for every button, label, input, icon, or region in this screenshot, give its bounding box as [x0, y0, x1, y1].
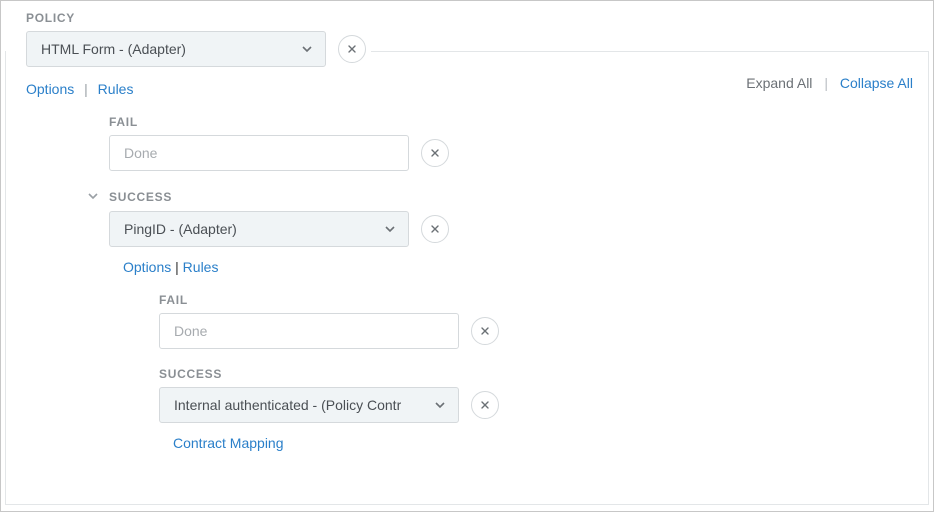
dropdown-value: HTML Form - (Adapter): [41, 41, 186, 57]
success-label-1: SUCCESS: [109, 190, 172, 204]
close-icon: [429, 147, 441, 159]
options-link[interactable]: Options: [26, 81, 74, 97]
chevron-down-icon: [301, 43, 313, 55]
fail-value-2: Done: [174, 323, 207, 339]
rules-link-1[interactable]: Rules: [183, 259, 219, 275]
chevron-down-icon: [434, 399, 446, 411]
success-label-2: SUCCESS: [159, 367, 933, 381]
remove-success-1-button[interactable]: [421, 215, 449, 243]
fieldset-left-border: [5, 51, 6, 505]
close-icon: [479, 399, 491, 411]
separator: |: [816, 75, 836, 91]
rules-link[interactable]: Rules: [98, 81, 134, 97]
success-1-adapter-dropdown[interactable]: PingID - (Adapter): [109, 211, 409, 247]
remove-fail-1-button[interactable]: [421, 139, 449, 167]
chevron-down-icon: [87, 189, 99, 205]
collapse-all-link[interactable]: Collapse All: [840, 75, 913, 91]
fieldset-bottom-border: [5, 504, 929, 505]
fail-value-2-field[interactable]: Done: [159, 313, 459, 349]
expand-all-link[interactable]: Expand All: [746, 75, 812, 91]
policy-header-label: POLICY: [1, 1, 933, 31]
close-icon: [479, 325, 491, 337]
contract-mapping-link[interactable]: Contract Mapping: [173, 435, 284, 451]
fail-value-1: Done: [124, 145, 157, 161]
fieldset-top-border: [371, 51, 929, 52]
expand-success-1-toggle[interactable]: [85, 189, 101, 205]
chevron-down-icon: [384, 223, 396, 235]
fieldset-right-border: [928, 51, 929, 505]
options-link-1[interactable]: Options: [123, 259, 171, 275]
dropdown-value: PingID - (Adapter): [124, 221, 237, 237]
dropdown-value: Internal authenticated - (Policy Contr: [174, 397, 401, 413]
separator: |: [78, 81, 94, 97]
policy-panel: POLICY HTML Form - (Adapter) Expand All …: [0, 0, 934, 512]
fail-label-1: FAIL: [109, 115, 933, 129]
close-icon: [346, 43, 358, 55]
remove-success-2-button[interactable]: [471, 391, 499, 419]
close-icon: [429, 223, 441, 235]
fail-label-2: FAIL: [159, 293, 933, 307]
fail-value-1-field[interactable]: Done: [109, 135, 409, 171]
policy-root-adapter-dropdown[interactable]: HTML Form - (Adapter): [26, 31, 326, 67]
success-2-contract-dropdown[interactable]: Internal authenticated - (Policy Contr: [159, 387, 459, 423]
separator: |: [175, 259, 179, 275]
remove-fail-2-button[interactable]: [471, 317, 499, 345]
remove-root-button[interactable]: [338, 35, 366, 63]
